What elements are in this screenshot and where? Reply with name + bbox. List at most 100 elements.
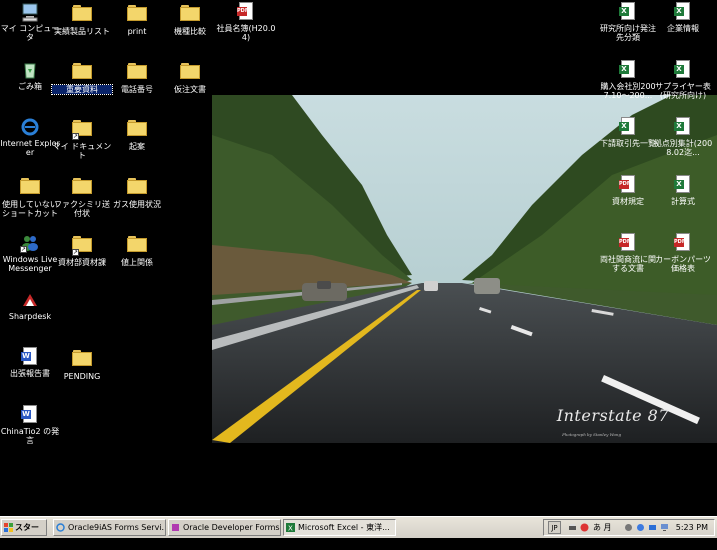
desktop-icon-folder[interactable]: 使用していないショートカット	[0, 175, 60, 218]
icon-label: 出張報告書	[10, 369, 50, 378]
folder-icon	[180, 63, 200, 83]
folder-icon	[180, 5, 200, 25]
shortcut-arrow-icon: ↗	[72, 249, 79, 256]
desktop-icon-folder[interactable]: 実績製品リスト	[52, 2, 112, 36]
tools-icon[interactable]	[624, 523, 633, 532]
messenger-icon: ↗	[20, 233, 40, 253]
desktop-icon-pdf[interactable]: PDF 社員名簿(H20.04)	[216, 2, 276, 42]
excel-file-icon: X	[673, 60, 693, 80]
excel-file-icon: X	[618, 2, 638, 22]
pdf-file-icon: PDF	[673, 233, 693, 253]
system-tray: あ 月 5:23 PM	[543, 519, 715, 536]
icon-label: 拠点別集計(2008.02迄...	[653, 139, 713, 157]
folder-icon	[72, 178, 92, 198]
desktop-icon-pdf[interactable]: PDF 資材規定	[598, 175, 658, 206]
desktop-icon-folder[interactable]: ガス使用状況	[107, 175, 167, 209]
desktop-icon-folder-shortcut[interactable]: ↗ 資材部資材課	[52, 233, 112, 267]
sharpdesk-icon	[20, 290, 40, 310]
taskbar-button-label: Microsoft Excel - 東洋...	[298, 523, 390, 532]
desktop-icon-folder-selected[interactable]: 重要資料	[51, 60, 113, 95]
icon-label: Windows Live Messenger	[2, 255, 58, 273]
desktop-icon-excel[interactable]: X 購入会社別2007.10～200...	[598, 60, 658, 100]
excel-file-icon: X	[673, 175, 693, 195]
internet-explorer-icon	[20, 117, 40, 137]
icon-label: 計算式	[671, 197, 695, 206]
desktop-icon-excel[interactable]: X サプライヤー表(研究所向け)	[653, 60, 713, 100]
printer-icon[interactable]	[568, 523, 577, 532]
desktop-icon-folder[interactable]: 仮注文書	[160, 60, 220, 94]
desktop-icon-excel[interactable]: X 拠点別集計(2008.02迄...	[653, 117, 713, 157]
desktop-icon-word-doc[interactable]: W 出張報告書	[0, 347, 60, 378]
excel-file-icon: X	[618, 60, 638, 80]
language-indicator[interactable]: JP	[548, 521, 561, 534]
desktop-icon-pdf[interactable]: PDF カーボンパーツ価格表	[653, 233, 713, 273]
folder-icon: ↗	[72, 236, 92, 256]
desktop-icon-folder[interactable]: 起案	[107, 117, 167, 151]
icon-label: 値上関係	[121, 258, 153, 267]
icon-label: PENDING	[63, 372, 101, 381]
icon-label: 使用していないショートカット	[2, 200, 58, 218]
word-file-icon: W	[20, 347, 40, 367]
taskbar-button-oracle-forms-services[interactable]: Oracle9iAS Forms Servi...	[53, 519, 166, 536]
desktop-icon-excel[interactable]: X 計算式	[653, 175, 713, 206]
icon-label: ごみ箱	[18, 82, 42, 91]
ie-icon	[56, 523, 65, 532]
icon-label: サプライヤー表(研究所向け)	[655, 82, 711, 100]
folder-icon	[72, 350, 92, 370]
icon-label: print	[127, 27, 147, 36]
wallpaper-credit: Photograph by Stanley Wong	[562, 432, 621, 437]
taskbar-button-label: Oracle9iAS Forms Servi...	[68, 523, 166, 532]
desktop-icon-folder[interactable]: ファクシミリ送付状	[52, 175, 112, 218]
security-icon[interactable]	[636, 523, 645, 532]
desktop-icon-excel[interactable]: X 研究所向け発注先分類	[598, 2, 658, 42]
icon-label: 重要資料	[51, 84, 113, 95]
icon-label: 購入会社別2007.10～200...	[600, 82, 656, 100]
desktop-icon-excel[interactable]: X 下請取引先一覧	[598, 117, 658, 148]
icon-label: 仮注文書	[174, 85, 206, 94]
icon-label: 両社間商流に関する文書	[600, 255, 656, 273]
shortcut-arrow-icon: ↗	[20, 246, 27, 253]
desktop-icon-folder[interactable]: 機種比較	[160, 2, 220, 36]
folder-icon	[127, 178, 147, 198]
desktop-icon-internet-explorer[interactable]: Internet Explorer	[0, 117, 60, 157]
folder-icon	[72, 63, 92, 83]
taskbar-button-oracle-developer-forms[interactable]: Oracle Developer Forms...	[168, 519, 281, 536]
taskbar: スタート Oracle9iAS Forms Servi... Oracle De…	[0, 516, 717, 547]
monitor-icon[interactable]	[660, 523, 669, 532]
my-documents-icon: ↗	[72, 120, 92, 140]
ime-status-icon[interactable]	[580, 523, 589, 532]
desktop-icon-folder[interactable]: PENDING	[52, 347, 112, 381]
desktop-icon-folder[interactable]: 値上関係	[107, 233, 167, 267]
folder-icon	[20, 178, 40, 198]
desktop-icon-windows-live-messenger[interactable]: ↗ Windows Live Messenger	[0, 233, 60, 273]
desktop-icon-my-documents[interactable]: ↗ マイ ドキュメント	[52, 117, 112, 160]
recycle-bin-icon	[20, 60, 40, 80]
taskbar-button-excel[interactable]: X Microsoft Excel - 東洋...	[283, 519, 396, 536]
clock[interactable]: 5:23 PM	[676, 520, 708, 535]
pdf-file-icon: PDF	[618, 233, 638, 253]
ime-mode-text[interactable]: あ 月	[593, 520, 612, 535]
icon-label: 下請取引先一覧	[600, 139, 656, 148]
pdf-file-icon: PDF	[236, 2, 256, 22]
oracle-icon	[172, 524, 179, 531]
icon-label: カーボンパーツ価格表	[655, 255, 711, 273]
desktop-icon-folder[interactable]: 電話番号	[107, 60, 167, 94]
desktop-icon-pdf[interactable]: PDF 両社間商流に関する文書	[598, 233, 658, 273]
desktop-icon-my-computer[interactable]: マイ コンピュータ	[0, 2, 60, 42]
desktop-icon-excel[interactable]: X 企業情報	[653, 2, 713, 33]
icon-label: マイ コンピュータ	[0, 24, 60, 42]
start-button[interactable]: スタート	[1, 519, 47, 547]
folder-icon	[127, 5, 147, 25]
desktop-icon-folder[interactable]: print	[107, 2, 167, 36]
desktop-icon-sharpdesk[interactable]: Sharpdesk	[0, 290, 60, 321]
folder-icon	[127, 120, 147, 140]
folder-icon	[72, 5, 92, 25]
icon-label: マイ ドキュメント	[52, 142, 112, 160]
icon-label: 企業情報	[667, 24, 699, 33]
windows-logo-icon	[4, 523, 13, 532]
excel-file-icon: X	[673, 117, 693, 137]
desktop-icon-word-doc[interactable]: W ChinaTio2 の発言	[0, 405, 60, 445]
network-icon[interactable]	[648, 523, 657, 532]
icon-label: 実績製品リスト	[54, 27, 110, 36]
desktop-icon-recycle-bin[interactable]: ごみ箱	[0, 60, 60, 91]
